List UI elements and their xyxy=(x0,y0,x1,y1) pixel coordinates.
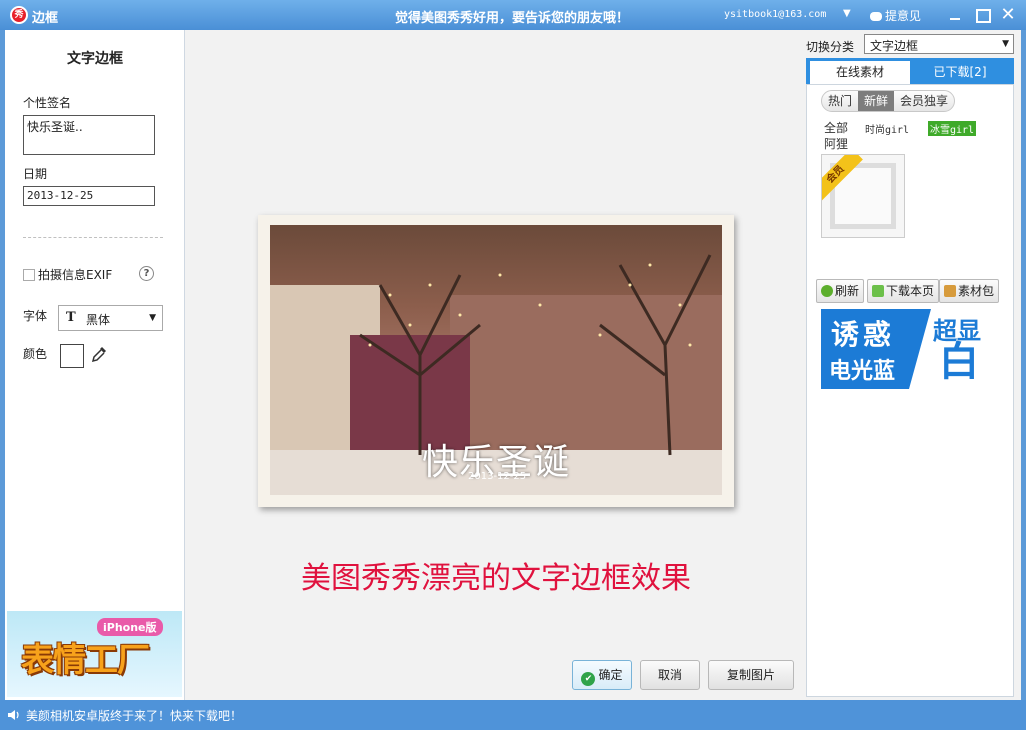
app-logo-icon: 秀 xyxy=(10,6,28,24)
eyedropper-icon[interactable] xyxy=(91,346,107,364)
filter-pills: 热门 新鲜 会员独享 xyxy=(821,90,956,112)
material-tabs: 在线素材 已下载[2] xyxy=(806,58,1014,84)
account-name[interactable]: ysitbook1@163.com xyxy=(724,9,826,20)
editor-window: 文字边框 个性签名 快乐圣诞.. 日期 2013-12-25 拍摄信息EXIF … xyxy=(5,30,1021,700)
signature-input[interactable]: 快乐圣诞.. xyxy=(23,115,155,155)
status-bar: 美颜相机安卓版终于来了！快来下载吧！ xyxy=(0,700,1026,730)
copy-image-button[interactable]: 复制图片 xyxy=(708,660,794,690)
chevron-down-icon: ▼ xyxy=(149,313,156,323)
close-button[interactable]: ✕ xyxy=(998,5,1018,25)
exif-checkbox[interactable] xyxy=(23,269,35,281)
check-icon: ✔ xyxy=(581,672,596,686)
overlay-date: 2013-12-25 xyxy=(468,471,527,482)
help-icon[interactable]: ? xyxy=(139,266,154,281)
material-pack-label: 素材包 xyxy=(958,284,995,298)
preview-caption: 美图秀秀漂亮的文字边框效果 xyxy=(301,561,691,596)
material-pack-button[interactable]: 素材包 xyxy=(939,279,1000,303)
refresh-button[interactable]: 刷新 xyxy=(816,279,865,303)
signature-label: 个性签名 xyxy=(23,96,72,110)
window-title: 边框 xyxy=(32,11,59,26)
pill-hot[interactable]: 热门 xyxy=(822,91,858,111)
chat-bubble-icon xyxy=(870,12,882,21)
settings-panel: 文字边框 个性签名 快乐圣诞.. 日期 2013-12-25 拍摄信息EXIF … xyxy=(5,30,185,700)
feedback-link[interactable]: 提意见 xyxy=(870,7,921,24)
category-value: 文字边框 xyxy=(870,39,919,53)
confirm-button[interactable]: ✔ 确定 xyxy=(572,660,632,690)
minimize-button[interactable] xyxy=(945,5,965,25)
divider xyxy=(23,237,163,238)
pill-new[interactable]: 新鲜 xyxy=(858,91,895,111)
banner-line-1: 诱惑 xyxy=(831,318,896,351)
promo-banner[interactable]: iPhone版 表情工厂 xyxy=(7,611,182,697)
category-select[interactable]: 文字边框 ▼ xyxy=(864,34,1014,54)
feedback-label: 提意见 xyxy=(885,9,922,23)
category-label: 切换分类 xyxy=(806,40,855,54)
refresh-icon xyxy=(821,285,833,297)
promo-title: 表情工厂 xyxy=(21,640,150,679)
confirm-label: 确定 xyxy=(598,668,623,682)
speaker-icon xyxy=(8,710,19,720)
chevron-down-icon: ▼ xyxy=(1002,39,1009,49)
font-type-icon: T xyxy=(66,310,76,325)
font-label: 字体 xyxy=(23,309,48,323)
refresh-label: 刷新 xyxy=(835,284,860,298)
font-select[interactable]: T 黑体 ▼ xyxy=(58,305,163,331)
banner-line-2: 电光蓝 xyxy=(829,359,896,384)
exif-option[interactable]: 拍摄信息EXIF xyxy=(23,266,112,283)
download-icon xyxy=(872,285,884,297)
tab-downloaded[interactable]: 已下载[2] xyxy=(910,61,1010,84)
cancel-button[interactable]: 取消 xyxy=(640,660,700,690)
panel-title: 文字边框 xyxy=(67,51,123,67)
color-label: 颜色 xyxy=(23,347,48,361)
download-page-label: 下载本页 xyxy=(886,284,935,298)
account-dropdown-icon[interactable]: ▼ xyxy=(843,8,851,19)
download-page-button[interactable]: 下载本页 xyxy=(867,279,940,303)
subcat-fashion-girl[interactable]: 时尚girl xyxy=(865,121,909,136)
package-icon xyxy=(944,285,956,297)
subcat-snow-girl[interactable]: 冰雪girl xyxy=(928,121,977,136)
font-value: 黑体 xyxy=(86,313,111,327)
preview-canvas: 快乐圣诞 2013-12-25 美图秀秀漂亮的文字边框效果 ✔ 确定 取消 复制图… xyxy=(186,30,806,700)
date-label: 日期 xyxy=(23,167,48,181)
slogan-text: 觉得美图秀秀好用，要告诉您的朋友哦！ xyxy=(395,11,630,26)
text-frame-preview: 快乐圣诞 2013-12-25 xyxy=(258,215,734,507)
date-input[interactable]: 2013-12-25 xyxy=(23,186,155,206)
status-message[interactable]: 美颜相机安卓版终于来了！快来下载吧！ xyxy=(26,707,242,724)
title-bar: 秀 边框 觉得美图秀秀好用，要告诉您的朋友哦！ ysitbook1@163.co… xyxy=(0,0,1026,30)
material-panel: 切换分类 文字边框 ▼ 在线素材 已下载[2] 热门 新鲜 会员独享 全部 时尚… xyxy=(806,30,1021,700)
subcat-all[interactable]: 全部 xyxy=(824,119,848,136)
ad-banner[interactable]: 诱惑 电光蓝 超显 白 xyxy=(821,309,1003,389)
maximize-button[interactable] xyxy=(972,5,992,25)
material-library: 热门 新鲜 会员独享 全部 时尚girl 冰雪girl 阿狸 会员 刷新 下载本… xyxy=(806,84,1014,697)
color-swatch[interactable] xyxy=(60,344,84,368)
material-thumbnail[interactable]: 会员 xyxy=(821,154,905,238)
tab-online[interactable]: 在线素材 xyxy=(810,61,910,84)
pill-vip[interactable]: 会员独享 xyxy=(894,91,954,111)
subcat-ali[interactable]: 阿狸 xyxy=(824,135,848,152)
banner-line-4: 白 xyxy=(939,338,979,385)
exif-label: 拍摄信息EXIF xyxy=(38,268,113,282)
